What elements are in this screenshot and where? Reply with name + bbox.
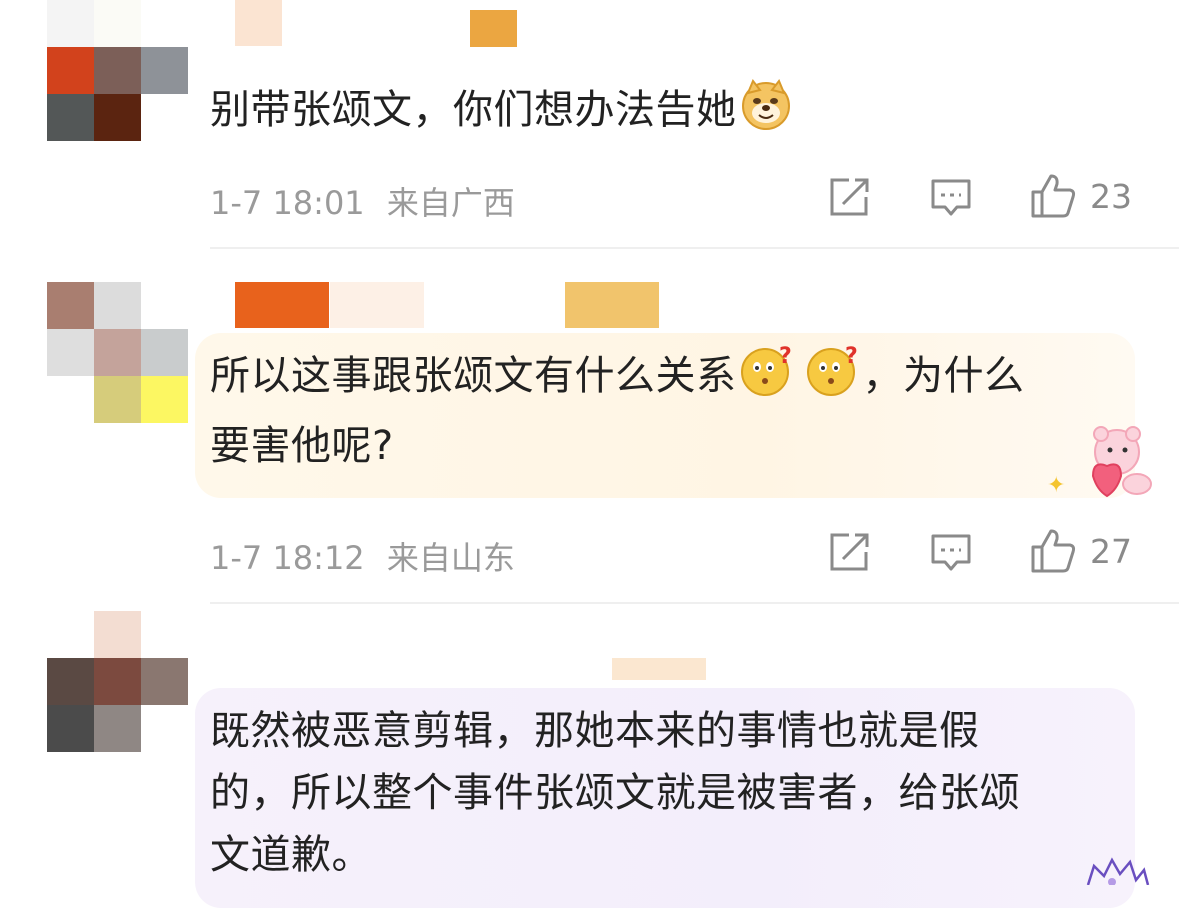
sparkle-sticker-icon xyxy=(1082,852,1152,889)
comment-3: 既然被恶意剪辑，那她本来的事情也就是假 的，所以整个事件张颂文就是被害者，给张颂… xyxy=(0,0,1179,908)
user-badge xyxy=(612,658,706,680)
comment-text: 既然被恶意剪辑，那她本来的事情也就是假 的，所以整个事件张颂文就是被害者，给张颂… xyxy=(210,708,1020,878)
avatar[interactable] xyxy=(47,611,188,752)
